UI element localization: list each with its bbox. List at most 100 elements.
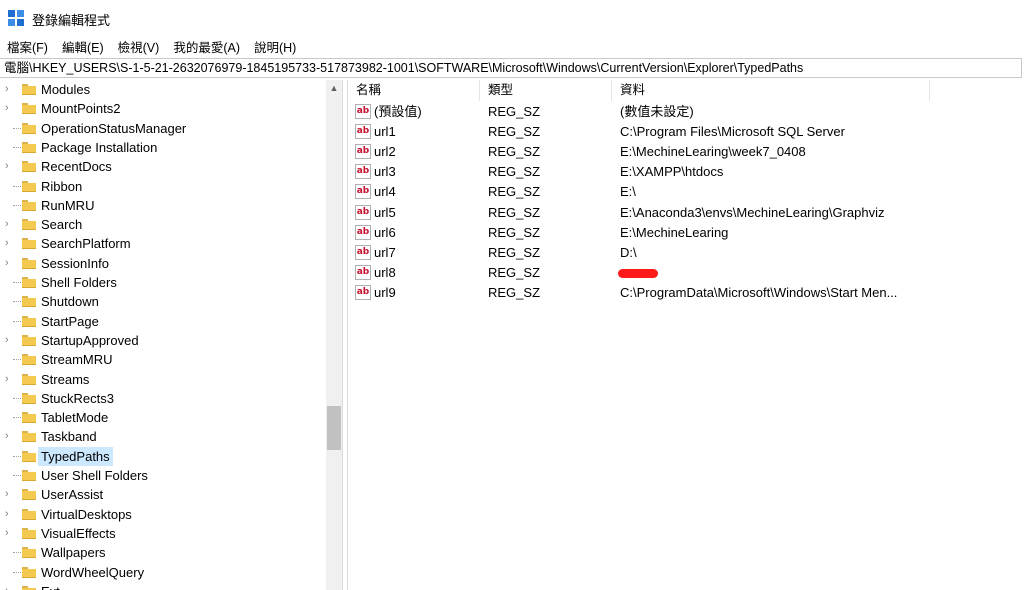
tree-item[interactable]: StreamMRU — [0, 350, 326, 369]
string-value-icon: ab — [355, 264, 371, 280]
value-row[interactable]: ab url9 REG_SZ C:\ProgramData\Microsoft\Win… — [348, 283, 1024, 303]
menu-file[interactable]: 檔案(F) — [7, 37, 48, 56]
folder-icon — [22, 180, 36, 192]
tree-item[interactable]: › VisualEffects — [0, 524, 326, 543]
tree-item[interactable]: › Search — [0, 215, 326, 234]
value-name: url1 — [374, 124, 396, 140]
value-row[interactable]: ab url8 REG_SZ — [348, 263, 1024, 283]
tree-item-label: RunMRU — [41, 197, 95, 213]
scroll-thumb[interactable] — [327, 406, 341, 450]
value-type: REG_SZ — [488, 244, 541, 260]
menu-favorites[interactable]: 我的最愛(A) — [173, 37, 240, 56]
tree-item[interactable]: › Ext — [0, 582, 326, 590]
folder-icon — [22, 373, 36, 385]
tree-item[interactable]: Wallpapers — [0, 543, 326, 562]
menu-view[interactable]: 檢視(V) — [118, 37, 160, 56]
tree-item[interactable]: Ribbon — [0, 177, 326, 196]
column-header-type[interactable]: 類型 — [480, 80, 612, 101]
tree-item-label: StartupApproved — [41, 332, 139, 348]
chevron-right-icon[interactable]: › — [5, 254, 15, 273]
chevron-right-icon[interactable]: › — [5, 234, 15, 253]
tree-connector — [13, 320, 21, 322]
tree-item[interactable]: › StartupApproved — [0, 331, 326, 350]
tree-item[interactable]: › VirtualDesktops — [0, 505, 326, 524]
tree-item-label: RecentDocs — [41, 159, 112, 175]
column-header-data[interactable]: 資料 — [612, 80, 930, 101]
value-name: url4 — [374, 184, 396, 200]
tree-item[interactable]: › MountPoints2 — [0, 99, 326, 118]
chevron-right-icon[interactable]: › — [5, 370, 15, 389]
value-data: E:\XAMPP\htdocs — [620, 164, 724, 180]
tree-item-label: Taskband — [41, 429, 97, 445]
chevron-right-icon[interactable]: › — [5, 524, 15, 543]
folder-icon — [22, 392, 36, 404]
value-name: url8 — [374, 264, 396, 280]
chevron-right-icon[interactable]: › — [5, 157, 15, 176]
string-value-icon: ab — [355, 144, 371, 160]
tree-item-label: StreamMRU — [41, 352, 113, 368]
chevron-right-icon[interactable]: › — [5, 99, 15, 118]
tree-item[interactable]: RunMRU — [0, 196, 326, 215]
tree-connector — [13, 475, 21, 476]
chevron-right-icon[interactable]: › — [5, 582, 15, 590]
tree-connector — [13, 455, 21, 457]
value-row[interactable]: ab (預設值) REG_SZ (數值未設定) — [348, 102, 1024, 122]
column-header-name[interactable]: 名稱 — [348, 80, 480, 101]
value-row[interactable]: ab url1 REG_SZ C:\Program Files\Microsoft S… — [348, 122, 1024, 142]
menu-help[interactable]: 說明(H) — [254, 37, 296, 56]
value-name: url3 — [374, 164, 396, 180]
tree-item[interactable]: › UserAssist — [0, 485, 326, 504]
key-tree[interactable]: › Modules › MountPoints2 OperationStatusMana… — [0, 80, 342, 590]
value-row[interactable]: ab url7 REG_SZ D:\ — [348, 243, 1024, 263]
tree-item[interactable]: › RecentDocs — [0, 157, 326, 176]
value-data: E:\ — [620, 184, 636, 200]
tree-item[interactable]: TypedPaths — [0, 446, 326, 466]
tree-item[interactable]: › Modules — [0, 80, 326, 99]
value-name: url6 — [374, 224, 396, 240]
tree-item-label: Ribbon — [41, 178, 83, 194]
tree-item[interactable]: Shell Folders — [0, 273, 326, 292]
chevron-right-icon[interactable]: › — [5, 215, 15, 234]
tree-item[interactable]: Shutdown — [0, 292, 326, 311]
folder-icon — [22, 161, 36, 173]
tree-item-label: Ext — [38, 582, 63, 590]
tree-connector — [13, 397, 21, 399]
chevron-right-icon[interactable]: › — [5, 80, 15, 99]
tree-scrollbar[interactable]: ▲ — [326, 80, 342, 590]
tree-item[interactable]: StartPage — [0, 312, 326, 331]
tree-item[interactable]: › Streams — [0, 370, 326, 389]
chevron-right-icon[interactable]: › — [5, 427, 15, 446]
scroll-up-arrow-icon[interactable]: ▲ — [326, 80, 342, 97]
tree-item-label: SearchPlatform — [41, 236, 131, 252]
folder-icon — [22, 277, 36, 288]
value-row[interactable]: ab url3 REG_SZ E:\XAMPP\htdocs — [348, 162, 1024, 182]
folder-icon — [22, 431, 36, 443]
tree-item-label: StuckRects3 — [41, 390, 114, 406]
value-row[interactable]: ab url2 REG_SZ E:\MechineLearing\week7_0408 — [348, 142, 1024, 162]
value-data: E:\MechineLearing\week7_0408 — [620, 144, 806, 160]
menu-edit[interactable]: 編輯(E) — [62, 37, 104, 56]
value-row[interactable]: ab url4 REG_SZ E:\ — [348, 182, 1024, 202]
value-data: E:\MechineLearing — [620, 224, 729, 240]
value-row[interactable]: ab url5 REG_SZ E:\Anaconda3\envs\MechineLea… — [348, 203, 1024, 223]
tree-item[interactable]: › Taskband — [0, 427, 326, 446]
tree-item-label: User Shell Folders — [41, 468, 148, 483]
value-name: url9 — [374, 284, 396, 300]
chevron-right-icon[interactable]: › — [5, 331, 15, 350]
address-bar[interactable]: 電腦\HKEY_USERS\S-1-5-21-2632076979-184519… — [0, 58, 1022, 78]
tree-connector — [13, 146, 21, 148]
tree-item[interactable]: WordWheelQuery — [0, 563, 326, 582]
tree-item[interactable]: › SearchPlatform — [0, 234, 326, 253]
tree-item[interactable]: › SessionInfo — [0, 254, 326, 273]
tree-item[interactable]: OperationStatusManager — [0, 119, 326, 138]
tree-item[interactable]: TabletMode — [0, 408, 326, 427]
chevron-right-icon[interactable]: › — [5, 505, 15, 524]
folder-icon — [22, 257, 36, 269]
tree-item[interactable]: StuckRects3 — [0, 389, 326, 408]
tree-item-label: VisualEffects — [41, 525, 116, 541]
chevron-right-icon[interactable]: › — [5, 485, 15, 504]
value-row[interactable]: ab url6 REG_SZ E:\MechineLearing — [348, 223, 1024, 243]
tree-item[interactable]: User Shell Folders — [0, 466, 326, 485]
tree-item[interactable]: Package Installation — [0, 138, 326, 157]
tree-item-label: MountPoints2 — [41, 101, 121, 117]
